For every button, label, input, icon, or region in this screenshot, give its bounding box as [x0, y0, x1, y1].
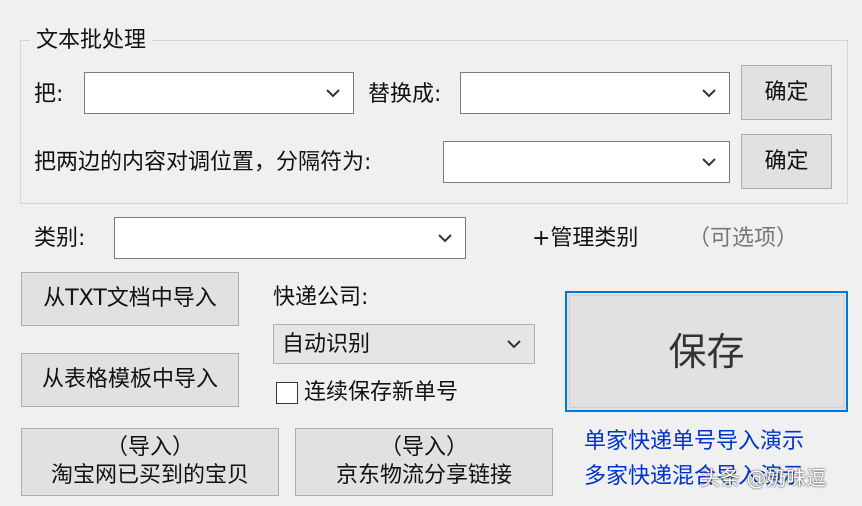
- batch-group-title: 文本批处理: [30, 26, 153, 56]
- chevron-down-icon: [507, 340, 521, 349]
- single-courier-demo-link[interactable]: 单家快递单号导入演示: [584, 427, 804, 457]
- save-button[interactable]: 保存: [565, 291, 848, 412]
- import-jd-button[interactable]: （导入） 京东物流分享链接: [295, 428, 553, 496]
- chevron-down-icon: [702, 89, 716, 98]
- save-button-focus-ring: [569, 295, 844, 408]
- swap-label: 把两边的内容对调位置，分隔符为:: [34, 150, 372, 175]
- find-combobox[interactable]: [84, 72, 354, 114]
- chevron-down-icon: [326, 89, 340, 98]
- replace-confirm-button[interactable]: 确定: [741, 65, 832, 120]
- import-taobao-line2: 淘宝网已买到的宝贝: [50, 463, 249, 488]
- optional-hint: （可选项）: [688, 226, 799, 251]
- manage-category-link[interactable]: +管理类别: [532, 224, 638, 254]
- import-jd-line2: 京东物流分享链接: [335, 463, 512, 488]
- replace-label: 替换成:: [368, 82, 442, 107]
- category-label: 类别:: [34, 226, 86, 251]
- separator-combobox[interactable]: [443, 141, 730, 183]
- swap-confirm-button[interactable]: 确定: [741, 134, 832, 189]
- import-jd-line1: （导入）: [379, 435, 468, 460]
- continuous-save-label[interactable]: 连续保存新单号: [304, 378, 458, 408]
- import-txt-button[interactable]: 从TXT文档中导入: [21, 272, 239, 326]
- chevron-down-icon: [438, 234, 452, 243]
- category-combobox[interactable]: [114, 217, 466, 259]
- replace-combobox[interactable]: [460, 72, 730, 114]
- watermark: 头条 @奶味逗: [700, 466, 827, 490]
- import-taobao-line1: （导入）: [105, 435, 194, 460]
- courier-selected-value: 自动识别: [282, 332, 371, 357]
- find-label: 把:: [34, 82, 64, 107]
- courier-select[interactable]: 自动识别: [273, 324, 535, 364]
- import-taobao-button[interactable]: （导入） 淘宝网已买到的宝贝: [21, 428, 279, 496]
- continuous-save-checkbox[interactable]: [276, 382, 298, 404]
- import-sheet-button[interactable]: 从表格模板中导入: [21, 353, 239, 407]
- courier-label: 快递公司:: [273, 285, 369, 310]
- chevron-down-icon: [702, 158, 716, 167]
